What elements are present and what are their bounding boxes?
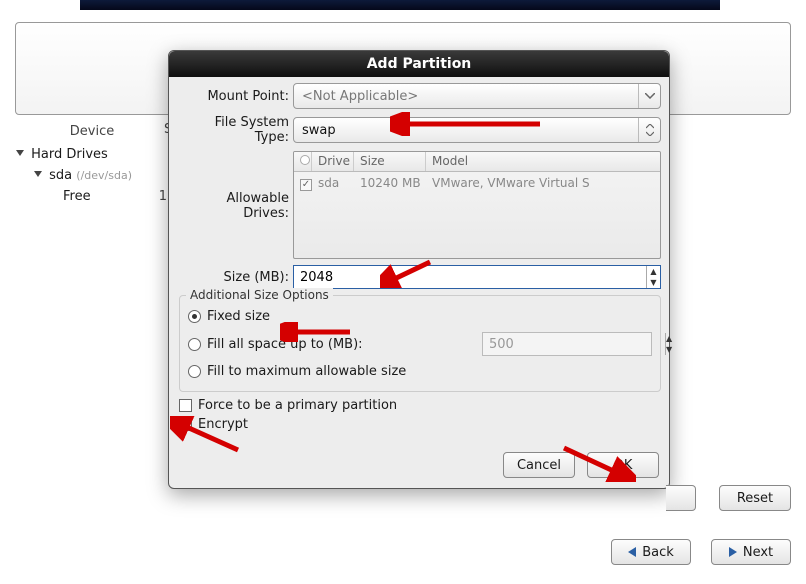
spinner-up-icon[interactable]: ▲ [666,333,672,344]
size-label: Size (MB): [177,270,293,285]
spinner-down-icon[interactable]: ▼ [647,277,660,288]
model-column-header[interactable]: Model [426,152,660,171]
fs-type-value: swap [294,123,638,138]
radio-icon[interactable] [188,338,201,351]
radio-label: Fixed size [207,309,270,324]
dialog-title: Add Partition [169,51,669,77]
radio-icon[interactable] [188,310,201,323]
spinner-down-icon[interactable]: ▼ [666,344,672,355]
expand-icon[interactable] [34,171,42,177]
ok-button[interactable]: OK [587,452,659,478]
reset-button[interactable]: Reset [719,485,791,511]
tree-drive-sda[interactable]: sda (/dev/sda) [15,165,169,186]
fill-up-to-spinner[interactable]: ▲ ▼ [482,332,652,356]
fs-type-label: File System Type: [177,115,293,145]
tree-free-space[interactable]: Free 1 [15,186,169,207]
mount-point-combo[interactable]: <Not Applicable> [293,83,661,109]
drive-row-size: 10240 MB [360,176,432,190]
radio-label: Fill to maximum allowable size [207,364,406,379]
drive-row-name: sda [318,176,360,190]
primary-partition-row[interactable]: Force to be a primary partition [177,396,661,415]
mount-point-label: Mount Point: [177,89,293,104]
allowable-drives-list[interactable]: Drive Size Model ✓ sda 10240 MB VMware, … [293,151,661,259]
chevron-down-icon[interactable] [638,84,660,108]
add-partition-dialog: Add Partition Mount Point: <Not Applicab… [168,50,670,489]
back-button[interactable]: Back [611,539,691,565]
drive-row-model: VMware, VMware Virtual S [432,176,654,190]
check-column-header[interactable] [294,152,312,171]
size-spinner[interactable]: ▲ ▼ [293,265,661,289]
checkbox[interactable] [179,418,192,431]
checkbox[interactable] [179,399,192,412]
expand-icon[interactable] [16,150,24,156]
next-button[interactable]: Next [711,539,791,565]
arrow-right-icon [729,547,737,557]
spinner-updown-icon[interactable] [638,118,660,142]
radio-fill-up-to[interactable]: Fill all space up to (MB): ▲ ▼ [186,328,654,360]
tree-label: Hard Drives [31,147,108,162]
fs-type-combo[interactable]: swap [293,117,661,143]
size-options-legend: Additional Size Options [186,288,333,302]
encrypt-row[interactable]: Encrypt [177,415,661,434]
tree-label: sda [49,168,72,183]
drives-header: Drive Size Model [294,152,660,172]
device-tree: Device Hard Drives sda (/dev/sda) Free 1 [15,120,169,207]
drive-row-checkbox[interactable]: ✓ [300,179,312,191]
installer-banner [80,0,720,10]
truncated-button [666,485,696,511]
size-column-header[interactable]: Size [354,152,426,171]
tree-label: Free [63,189,91,204]
dev-path: (/dev/sda) [76,169,132,182]
tree-hard-drives[interactable]: Hard Drives [15,144,169,165]
radio-fill-max[interactable]: Fill to maximum allowable size [186,360,654,383]
radio-label: Fill all space up to (MB): [207,337,363,352]
device-column-header: Device [15,120,169,144]
drive-row[interactable]: ✓ sda 10240 MB VMware, VMware Virtual S [294,172,660,195]
drive-column-header[interactable]: Drive [312,152,354,171]
size-input[interactable] [294,266,646,288]
allowable-drives-label: Allowable Drives: [177,151,293,221]
cancel-button[interactable]: Cancel [503,452,575,478]
additional-size-options: Additional Size Options Fixed size Fill … [179,295,661,392]
primary-partition-label: Force to be a primary partition [198,398,397,413]
arrow-left-icon [628,547,636,557]
radio-icon[interactable] [188,365,201,378]
encrypt-label: Encrypt [198,417,248,432]
spinner-up-icon[interactable]: ▲ [647,266,660,277]
radio-fixed-size[interactable]: Fixed size [186,305,654,328]
fill-up-to-input [483,333,665,355]
mount-point-value: <Not Applicable> [294,89,638,104]
